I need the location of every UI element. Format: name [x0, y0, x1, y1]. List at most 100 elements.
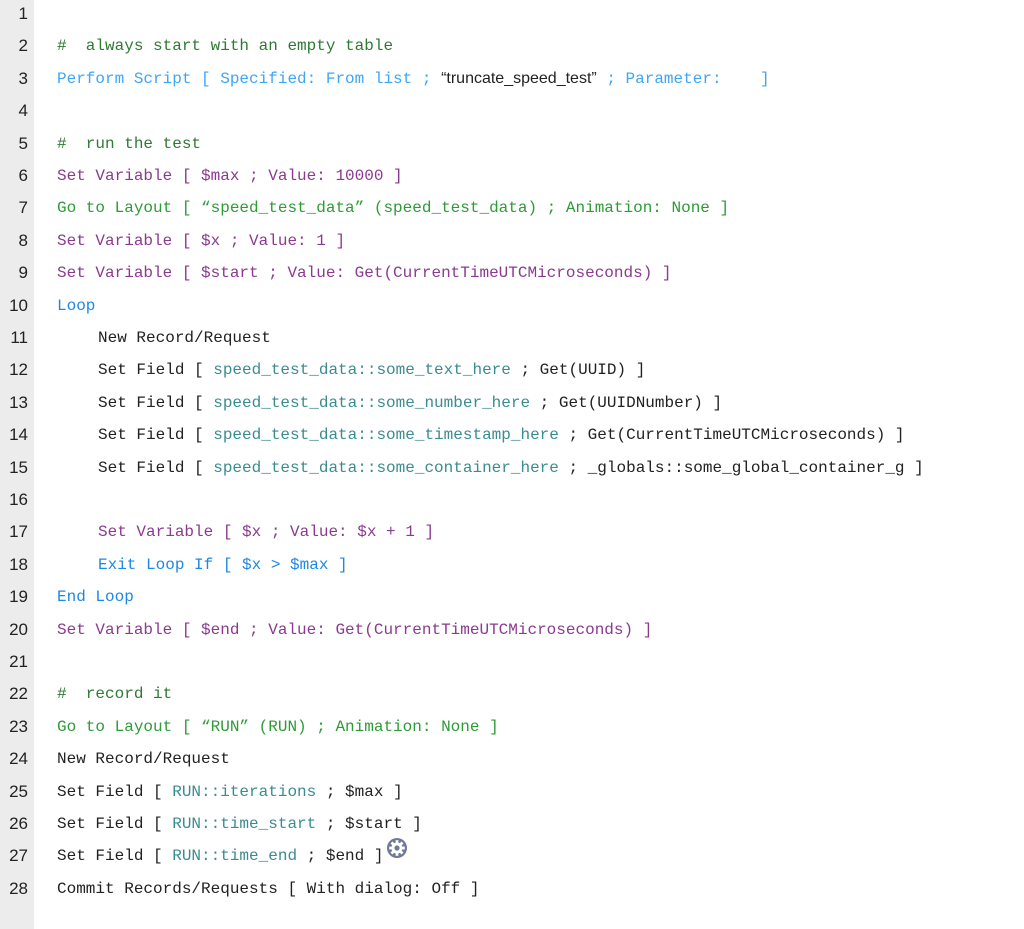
line-number: 27: [9, 846, 28, 866]
script-step-line[interactable]: 12 Set Field [ speed_test_data::some_text…: [0, 354, 1024, 386]
step-token: RUN::time_start: [172, 815, 317, 833]
script-step-text: # run the test: [57, 128, 201, 160]
script-step-line[interactable]: 14 Set Field [ speed_test_data::some_time…: [0, 419, 1024, 451]
script-step-text: # record it: [57, 678, 172, 710]
line-number: 28: [9, 878, 28, 898]
script-step-text: Exit Loop If [ $x > $max ]: [98, 549, 348, 581]
step-token: Set Field [: [57, 782, 173, 801]
step-token: # record it: [57, 685, 173, 704]
line-number: 4: [18, 101, 28, 121]
step-token: Set Field [: [98, 458, 214, 477]
line-number: 26: [9, 814, 28, 833]
script-step-line[interactable]: 5 # run the test: [0, 128, 1024, 160]
step-token: ; _globals::some_global_container_g ]: [558, 458, 924, 477]
script-step-text: Set Field [ speed_test_data::some_contai…: [98, 452, 924, 484]
script-step-text: Go to Layout [ “speed_test_data” (speed_…: [57, 192, 729, 224]
step-token: Go to Layout [ “speed_test_data” (speed_…: [57, 199, 730, 218]
step-token: New Record/Request: [57, 750, 230, 769]
step-token: ; $max ]: [316, 782, 403, 801]
line-number: 12: [9, 360, 28, 380]
script-step-text: Perform Script [ Specified: From list ; …: [57, 63, 770, 95]
step-token: ; Parameter: ]: [596, 69, 770, 88]
line-number: 15: [9, 457, 28, 477]
step-token: Set Variable [ $x ; Value: 1 ]: [57, 231, 346, 250]
script-step-text: New Record/Request: [57, 743, 230, 775]
step-token: Set Variable [ $start ; Value: Get(Curre…: [57, 264, 672, 283]
script-step-line[interactable]: 17 Set Variable [ $x ; Value: $x + 1 ]: [0, 516, 1024, 548]
step-token: speed_test_data::some_number_here: [213, 393, 531, 412]
script-step-line[interactable]: 13 Set Field [ speed_test_data::some_numb…: [0, 387, 1024, 419]
step-token: Set Field [: [98, 393, 214, 412]
step-token: Commit Records/Requests [ With dialog: O…: [57, 879, 480, 898]
script-step-line[interactable]: 27 Set Field [ RUN::time_end ; $end ]: [0, 837, 1024, 872]
script-step-line[interactable]: 18 Exit Loop If [ $x > $max ]: [0, 549, 1024, 581]
line-number: 24: [9, 749, 28, 769]
script-step-text: Go to Layout [ “RUN” (RUN) ; Animation: …: [57, 711, 499, 743]
script-step-text: Set Variable [ $x ; Value: 1 ]: [57, 225, 345, 257]
line-number: 19: [9, 587, 28, 607]
step-token: ; $start ]: [316, 815, 422, 833]
script-step-line[interactable]: 21: [0, 646, 1024, 678]
step-token: speed_test_data::some_container_here: [213, 458, 559, 477]
line-number: 9: [18, 263, 28, 283]
script-step-line[interactable]: 4: [0, 95, 1024, 127]
line-number: 10: [9, 295, 28, 315]
script-step-line[interactable]: 3 Perform Script [ Specified: From list ;…: [0, 63, 1024, 95]
script-step-line[interactable]: 10 Loop: [0, 290, 1024, 322]
script-step-text: Set Variable [ $start ; Value: Get(Curre…: [57, 257, 672, 289]
step-token: Set Variable [ $max ; Value: 10000 ]: [57, 167, 403, 185]
script-step-line[interactable]: 20 Set Variable [ $end ; Value: Get(Curre…: [0, 614, 1024, 646]
step-token: Set Field [: [98, 361, 214, 380]
script-step-line[interactable]: 24 New Record/Request: [0, 743, 1024, 775]
script-step-line[interactable]: 23 Go to Layout [ “RUN” (RUN) ; Animation…: [0, 711, 1024, 743]
script-step-line[interactable]: 19 End Loop: [0, 581, 1024, 613]
line-number: 3: [18, 68, 28, 88]
script-step-text: Set Variable [ $max ; Value: 10000 ]: [57, 160, 403, 192]
line-number: 25: [9, 781, 28, 801]
script-step-line[interactable]: 22 # record it: [0, 678, 1024, 710]
step-token: ; Get(UUID) ]: [510, 361, 646, 380]
step-token: speed_test_data::some_timestamp_here: [213, 426, 559, 445]
step-token: Exit Loop If [ $x > $max ]: [98, 555, 348, 574]
script-step-line[interactable]: 15 Set Field [ speed_test_data::some_cont…: [0, 452, 1024, 484]
step-token: ; $end ]: [297, 847, 384, 866]
line-number: 8: [18, 230, 28, 250]
script-step-line[interactable]: 7 Go to Layout [ “speed_test_data” (speed…: [0, 192, 1024, 224]
script-step-text: Set Field [ RUN::time_start ; $start ]: [57, 808, 422, 840]
line-number: 20: [9, 619, 28, 639]
script-step-line[interactable]: 1: [0, 0, 1024, 30]
line-number: 6: [18, 166, 28, 185]
gear-icon[interactable]: [386, 837, 408, 871]
script-step-text: Set Field [ RUN::iterations ; $max ]: [57, 776, 403, 808]
step-token: Loop: [57, 296, 96, 315]
step-token: Set Field [: [98, 426, 214, 445]
step-token: Set Variable [ $x ; Value: $x + 1 ]: [98, 523, 435, 542]
step-token: End Loop: [57, 588, 134, 607]
line-number: 2: [18, 36, 28, 56]
line-number: 7: [18, 198, 28, 218]
step-token: ; Get(UUIDNumber) ]: [530, 393, 723, 412]
script-step-text: Set Field [ speed_test_data::some_number…: [98, 387, 722, 419]
line-number: 23: [9, 716, 28, 736]
line-number: 11: [10, 328, 28, 347]
script-step-line[interactable]: 9 Set Variable [ $start ; Value: Get(Curr…: [0, 257, 1024, 289]
script-step-line[interactable]: 2 # always start with an empty table: [0, 30, 1024, 62]
line-number: 5: [18, 133, 28, 153]
script-step-line[interactable]: 8 Set Variable [ $x ; Value: 1 ]: [0, 225, 1024, 257]
step-token: “truncate_speed_test”: [441, 69, 597, 87]
script-step-line[interactable]: 16: [0, 484, 1024, 516]
script-step-text: Set Variable [ $end ; Value: Get(Current…: [57, 614, 652, 646]
script-step-line[interactable]: 11 New Record/Request: [0, 322, 1024, 354]
script-step-line[interactable]: 6 Set Variable [ $max ; Value: 10000 ]: [0, 160, 1024, 192]
script-step-line[interactable]: 25 Set Field [ RUN::iterations ; $max ]: [0, 776, 1024, 808]
line-number: 17: [9, 522, 28, 542]
step-token: Perform Script [ Specified: From list ;: [57, 69, 442, 88]
script-step-text: Set Field [ speed_test_data::some_text_h…: [98, 354, 645, 386]
line-number: 1: [18, 4, 28, 23]
script-step-line[interactable]: 28 Commit Records/Requests [ With dialog:…: [0, 873, 1024, 905]
script-step-text: Loop: [57, 290, 95, 322]
line-number: 14: [9, 425, 28, 445]
script-step-line[interactable]: 26 Set Field [ RUN::time_start ; $start ]: [0, 808, 1024, 840]
script-step-text: Set Field [ speed_test_data::some_timest…: [98, 419, 905, 451]
script-step-text: Set Variable [ $x ; Value: $x + 1 ]: [98, 516, 434, 548]
